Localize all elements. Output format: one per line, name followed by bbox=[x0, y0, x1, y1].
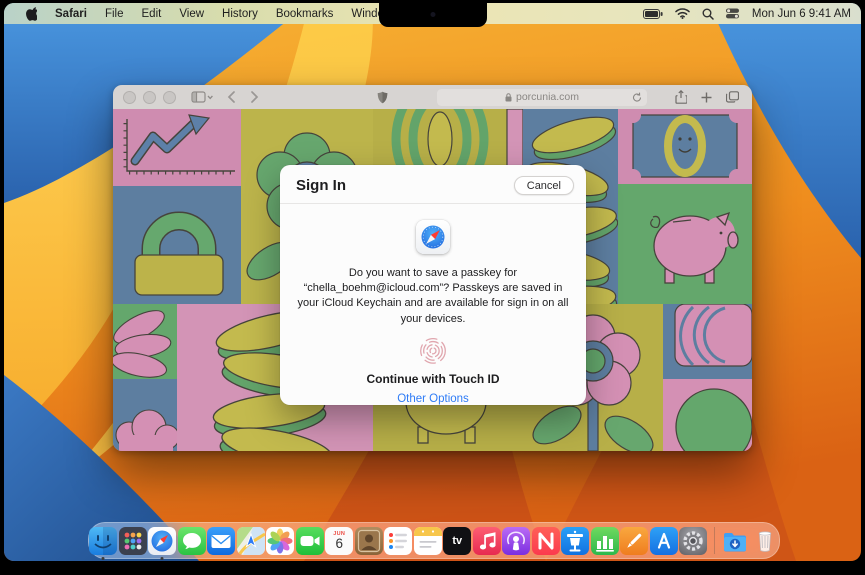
address-bar[interactable]: porcunia.com bbox=[437, 88, 647, 106]
dock-pages-icon[interactable] bbox=[620, 527, 649, 555]
zoom-window-button[interactable] bbox=[163, 90, 176, 104]
share-icon[interactable] bbox=[668, 90, 694, 104]
url-text: porcunia.com bbox=[515, 91, 580, 103]
tile-chart bbox=[113, 109, 241, 186]
traffic-lights bbox=[113, 90, 184, 104]
dock-music-icon[interactable] bbox=[472, 527, 501, 555]
apple-menu-icon[interactable] bbox=[16, 6, 46, 21]
menu-item-safari[interactable]: Safari bbox=[46, 8, 96, 20]
calendar-day: 6 bbox=[335, 536, 343, 551]
safari-toolbar: porcunia.com bbox=[113, 85, 752, 110]
control-center-icon[interactable] bbox=[725, 8, 740, 19]
minimize-window-button[interactable] bbox=[143, 90, 156, 104]
battery-icon[interactable] bbox=[642, 8, 663, 19]
dock-messages-icon[interactable] bbox=[177, 527, 206, 555]
dock-launchpad-icon[interactable] bbox=[118, 527, 147, 555]
search-icon[interactable] bbox=[702, 8, 714, 20]
dock-trash-icon[interactable] bbox=[751, 527, 779, 555]
menu-item-history[interactable]: History bbox=[213, 8, 267, 20]
continue-touch-id-label: Continue with Touch ID bbox=[366, 372, 500, 386]
dock-podcasts-icon[interactable] bbox=[502, 527, 531, 555]
dock-mail-icon[interactable] bbox=[207, 527, 236, 555]
dock-tv-icon[interactable]: tv bbox=[443, 527, 472, 555]
tile-banknote bbox=[618, 109, 752, 184]
forward-icon[interactable] bbox=[243, 91, 266, 103]
tile-lock bbox=[113, 186, 241, 304]
fingerprint-icon bbox=[420, 338, 446, 365]
cancel-button[interactable]: Cancel bbox=[513, 176, 574, 195]
dock-facetime-icon[interactable] bbox=[295, 527, 324, 555]
dock-divider bbox=[713, 527, 715, 554]
other-options-link[interactable]: Other Options bbox=[280, 393, 586, 405]
tab-overview-icon[interactable] bbox=[719, 91, 746, 103]
dock-contacts-icon[interactable] bbox=[354, 527, 383, 555]
new-tab-icon[interactable] bbox=[694, 92, 719, 103]
tv-logo-text: tv bbox=[452, 535, 463, 547]
privacy-shield-icon[interactable] bbox=[370, 91, 395, 104]
tile-piggy-bank bbox=[618, 184, 752, 304]
dock-photos-icon[interactable] bbox=[266, 527, 295, 555]
tile-cloud bbox=[113, 379, 177, 451]
dock: JUN 6 tv bbox=[88, 522, 780, 559]
dock-downloads-icon[interactable] bbox=[721, 527, 749, 555]
safari-app-icon bbox=[416, 219, 450, 254]
camera-notch bbox=[378, 3, 487, 27]
back-icon[interactable] bbox=[220, 91, 243, 103]
close-window-button[interactable] bbox=[123, 90, 136, 104]
wifi-icon[interactable] bbox=[675, 8, 690, 19]
camera-dot bbox=[430, 12, 435, 17]
tile-coin-fan bbox=[113, 304, 177, 379]
menu-item-bookmarks[interactable]: Bookmarks bbox=[267, 8, 343, 20]
dock-numbers-icon[interactable] bbox=[590, 527, 619, 555]
passkey-dialog: Sign In Cancel Do you want to save a pas… bbox=[280, 165, 586, 405]
dock-settings-icon[interactable] bbox=[679, 527, 708, 555]
menu-item-view[interactable]: View bbox=[170, 8, 213, 20]
dock-maps-icon[interactable] bbox=[236, 527, 265, 555]
reload-icon[interactable] bbox=[632, 92, 642, 106]
dock-keynote-icon[interactable] bbox=[561, 527, 590, 555]
dialog-body-text: Do you want to save a passkey for “chell… bbox=[297, 266, 569, 325]
dock-reminders-icon[interactable] bbox=[384, 527, 413, 555]
dock-notes-icon[interactable] bbox=[413, 527, 442, 555]
dialog-title: Sign In bbox=[296, 177, 346, 194]
desktop-screen: porcunia.com Sign In Cancel Do you want … bbox=[4, 3, 861, 561]
sidebar-icon[interactable] bbox=[184, 91, 220, 103]
menu-item-file[interactable]: File bbox=[96, 8, 133, 20]
menubar-clock[interactable]: Mon Jun 6 9:41 AM bbox=[752, 8, 851, 20]
tile-green-circle bbox=[663, 379, 752, 451]
tile-coil bbox=[663, 304, 752, 379]
dock-safari-icon[interactable] bbox=[148, 527, 177, 555]
dock-news-icon[interactable] bbox=[531, 527, 560, 555]
divider bbox=[280, 203, 586, 204]
dock-appstore-icon[interactable] bbox=[649, 527, 678, 555]
dock-calendar-icon[interactable]: JUN 6 bbox=[325, 527, 354, 555]
dock-finder-icon[interactable] bbox=[89, 527, 118, 555]
menu-item-edit[interactable]: Edit bbox=[133, 8, 171, 20]
